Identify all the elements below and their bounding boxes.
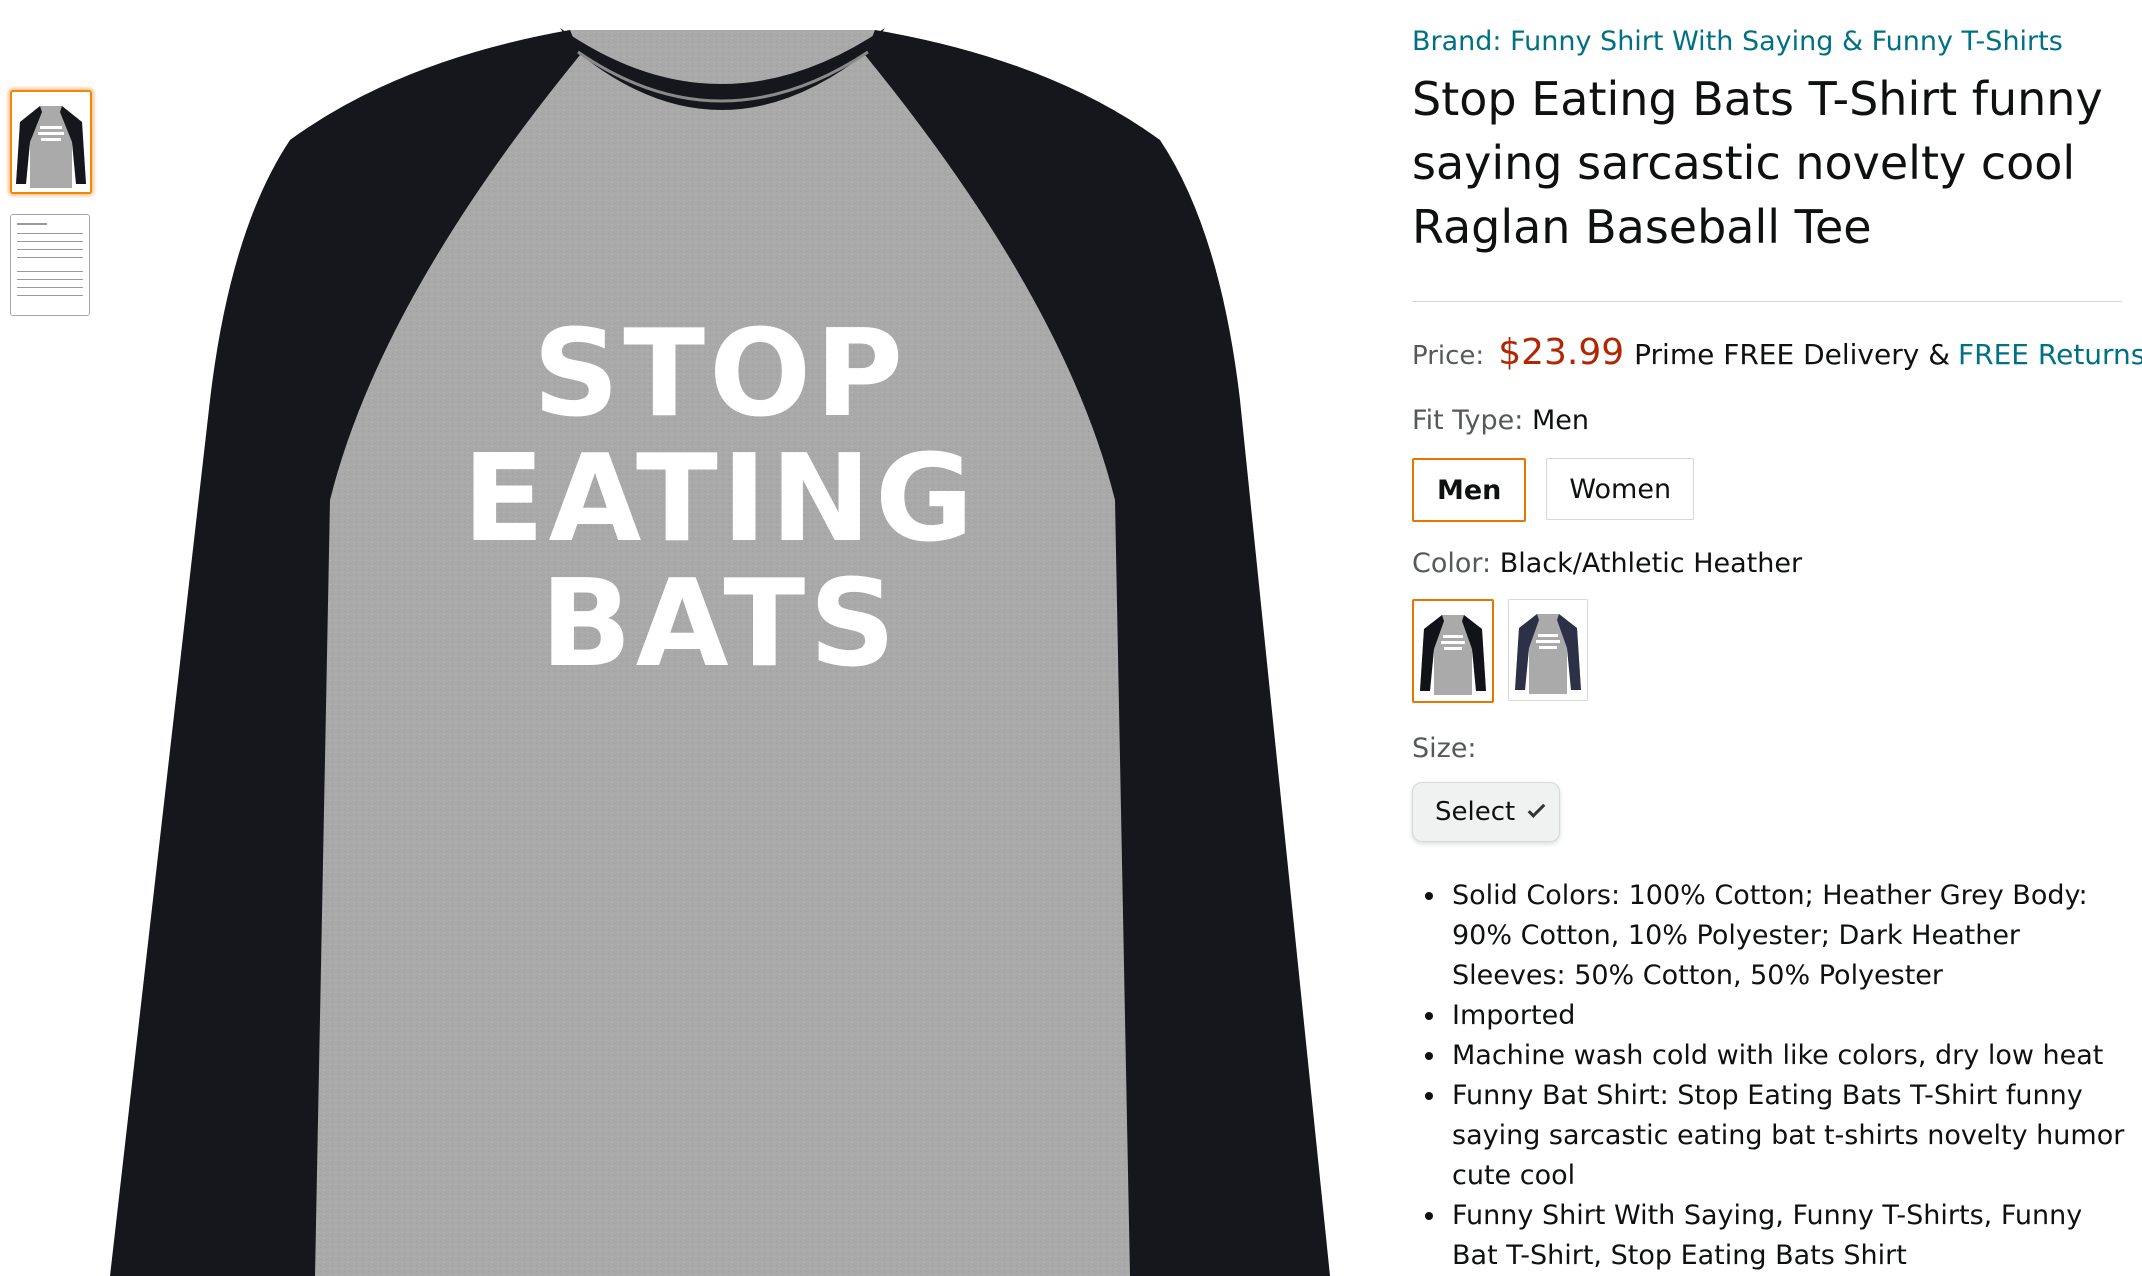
free-returns-link[interactable]: FREE Returns [1958,338,2142,371]
shirt-text-line-2: EATING [463,430,978,569]
chevron-down-icon [1527,799,1546,818]
size-label: Size: [1412,733,1477,764]
size-select-dropdown[interactable]: Select [1412,782,1560,842]
fit-type-women-button[interactable]: Women [1546,458,1695,520]
shirt-thumbnail-icon [12,92,90,192]
feature-bullets: Solid Colors: 100% Cotton; Heather Grey … [1412,876,2127,1276]
color-swatch-black-athletic-heather[interactable] [1412,599,1494,703]
raglan-shirt-image: STOP EATING BATS [100,0,1360,1276]
divider [1412,301,2122,302]
prime-delivery-text: Prime FREE Delivery & [1634,338,1951,371]
price-value: $23.99 [1498,332,1625,373]
brand-link[interactable]: Brand: Funny Shirt With Saying & Funny T… [1412,26,2127,57]
fit-type-options: Men Women [1412,458,2127,522]
fit-type-row: Fit Type: Men [1412,405,2127,436]
feature-bullet: Solid Colors: 100% Cotton; Heather Grey … [1448,876,2127,996]
feature-bullet: Funny Shirt With Saying, Funny T-Shirts,… [1448,1196,2127,1276]
color-swatches [1412,599,2127,703]
price-label: Price: [1412,341,1485,371]
shirt-swatch-icon [1420,615,1486,695]
feature-bullet: Funny Bat Shirt: Stop Eating Bats T-Shir… [1448,1076,2127,1196]
thumbnail-size-chart[interactable] [10,214,90,316]
shirt-swatch-icon [1515,614,1581,694]
product-details: Brand: Funny Shirt With Saying & Funny T… [1412,26,2142,1276]
feature-bullet: Imported [1448,996,2127,1036]
color-value: Black/Athletic Heather [1499,548,1803,579]
size-select-label: Select [1435,797,1516,827]
color-row: Color: Black/Athletic Heather [1412,548,2127,579]
main-product-image[interactable]: STOP EATING BATS [100,0,1360,1276]
color-label: Color: [1412,548,1492,579]
thumbnail-strip [10,90,92,336]
price-row: Price: $23.99 Prime FREE Delivery & FREE… [1412,332,2142,373]
feature-bullet: Machine wash cold with like colors, dry … [1448,1036,2127,1076]
size-chart-icon [11,215,89,315]
thumbnail-shirt[interactable] [10,90,92,194]
fit-type-label: Fit Type: [1412,405,1524,436]
product-title: Stop Eating Bats T-Shirt funny saying sa… [1412,72,2103,254]
fit-type-value: Men [1531,405,1589,436]
shirt-text-line-1: STOP [533,305,907,444]
fit-type-men-button[interactable]: Men [1412,458,1527,522]
color-swatch-navy-athletic-heather[interactable] [1508,599,1588,701]
shirt-text-line-3: BATS [540,555,899,694]
